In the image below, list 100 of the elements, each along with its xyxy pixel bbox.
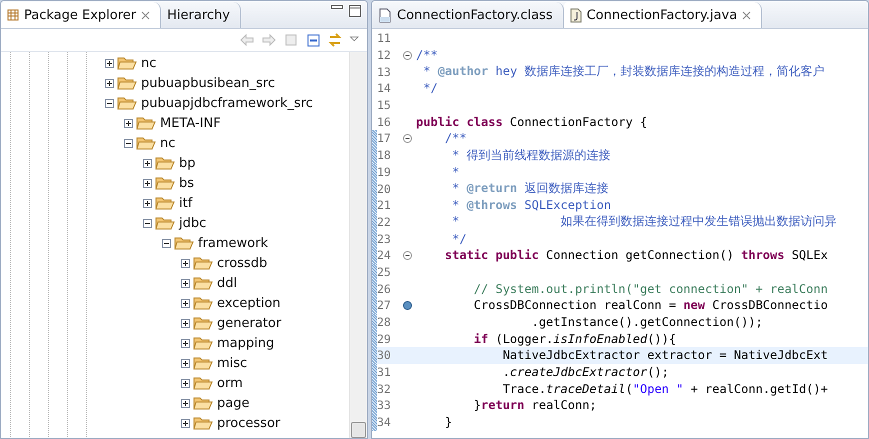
editor-tab[interactable]: ConnectionFactory.java — [564, 2, 762, 28]
line-number: 31 — [377, 365, 392, 380]
code-line: CrossDBConnection realConn = new CrossDBConnectio — [472, 298, 828, 312]
code-line: if (Logger.isInfoEnabled()){ — [472, 332, 676, 346]
code-line: * @throws SQLException — [451, 198, 612, 212]
class-file-icon — [378, 8, 392, 22]
tree-item[interactable]: page — [217, 396, 250, 410]
fold-icon[interactable] — [403, 250, 412, 260]
line-number: 33 — [377, 398, 392, 412]
folder-icon — [193, 256, 213, 270]
line-number: 27 — [377, 298, 392, 312]
folder-icon — [117, 56, 137, 70]
scrollbar[interactable] — [349, 52, 367, 438]
expand-icon[interactable] — [105, 78, 114, 88]
tree-item[interactable]: ddl — [217, 276, 238, 290]
tree-item[interactable]: crossdb — [217, 256, 268, 270]
collapse-icon[interactable] — [143, 218, 152, 228]
folder-icon — [155, 216, 175, 230]
expand-icon[interactable] — [181, 378, 190, 388]
expand-icon[interactable] — [143, 178, 152, 188]
code-line: * @author hey 数据库连接工厂，封装数据库连接的构造过程，简化客户 — [422, 63, 824, 80]
folder-icon — [193, 316, 213, 330]
package-icon — [7, 9, 19, 21]
code-line: Trace.traceDetail("Open " + realConn.getId()+ — [502, 382, 828, 396]
view-tab[interactable]: Hierarchy — [161, 2, 241, 28]
expand-icon[interactable] — [181, 418, 190, 428]
tree-item[interactable]: exception — [217, 296, 281, 310]
tree-item[interactable]: jdbc — [179, 216, 206, 230]
folder-icon — [155, 196, 175, 210]
folder-icon — [155, 176, 175, 190]
line-number: 18 — [377, 148, 392, 162]
code-line: .getInstance().getConnection()); — [530, 315, 763, 330]
line-number: 14 — [377, 81, 392, 96]
folder-icon — [136, 136, 156, 150]
expand-icon[interactable] — [181, 358, 190, 368]
line-number: 30 — [377, 348, 392, 362]
tree-item[interactable]: misc — [217, 356, 248, 370]
folder-icon — [193, 276, 213, 290]
code-line: * @return 返回数据库连接 — [451, 180, 608, 198]
close-icon[interactable] — [141, 10, 150, 20]
code-line: NativeJdbcExtractor extractor = NativeJdbcExt — [502, 348, 828, 362]
line-number: 22 — [377, 214, 392, 229]
code-line: }return realConn; — [472, 398, 597, 412]
code-line: */ — [451, 232, 467, 246]
line-number: 19 — [377, 164, 392, 179]
expand-icon[interactable] — [105, 58, 114, 68]
minimize-icon[interactable] — [331, 5, 343, 11]
tree-item[interactable]: orm — [217, 376, 243, 390]
collapse-icon[interactable] — [162, 238, 171, 248]
line-number: 17 — [377, 131, 392, 146]
tree-item[interactable]: nc — [141, 56, 156, 70]
line-number: 20 — [377, 182, 392, 196]
folder-icon — [117, 96, 137, 110]
tree-item[interactable]: bs — [179, 176, 194, 190]
collapse-icon[interactable] — [124, 138, 133, 148]
code-line: } — [444, 415, 452, 430]
folder-icon — [193, 376, 213, 390]
tree-item[interactable]: nc — [160, 136, 176, 150]
expand-icon[interactable] — [181, 298, 190, 308]
code-line: /** — [444, 131, 467, 146]
expand-icon[interactable] — [124, 118, 133, 128]
folder-icon — [193, 356, 213, 370]
collapse-all-icon[interactable] — [305, 33, 321, 47]
expand-icon[interactable] — [181, 338, 190, 348]
expand-icon[interactable] — [143, 158, 152, 168]
tree-item[interactable]: META-INF — [160, 116, 221, 130]
line-number: 24 — [377, 248, 392, 262]
tree-item[interactable]: bp — [179, 156, 196, 170]
line-number: 28 — [377, 315, 392, 330]
expand-icon[interactable] — [181, 318, 190, 328]
editor-tab[interactable]: ConnectionFactory.class — [372, 2, 564, 28]
expand-icon[interactable] — [181, 398, 190, 408]
code-line: public class ConnectionFactory { — [416, 114, 648, 129]
code-line: static public Connection getConnection() throws SQLEx — [444, 248, 828, 262]
code-line: * 得到当前线程数据源的连接 — [451, 146, 611, 164]
collapse-icon[interactable] — [105, 98, 114, 108]
tree-item[interactable]: generator — [217, 316, 282, 330]
fold-icon[interactable] — [403, 50, 412, 60]
close-icon[interactable] — [742, 10, 752, 20]
view-tab[interactable]: Package Explorer — [1, 2, 162, 28]
tree-item[interactable]: processor — [217, 416, 280, 430]
maximize-icon[interactable] — [349, 5, 361, 17]
line-number: 29 — [377, 332, 392, 346]
folder-icon — [136, 116, 156, 130]
line-number: 21 — [377, 198, 392, 212]
tree-item[interactable]: pubuapbusibean_src — [141, 76, 276, 90]
line-number: 25 — [377, 264, 392, 279]
tree-item[interactable]: framework — [198, 236, 268, 250]
folder-icon — [155, 156, 175, 170]
code-line: // System.out.println("get connection" + realConn — [472, 282, 828, 296]
line-number: 26 — [377, 282, 392, 296]
folder-icon — [193, 336, 213, 350]
folder-icon — [193, 296, 213, 310]
tree-item[interactable]: mapping — [217, 336, 274, 350]
expand-icon[interactable] — [181, 278, 190, 288]
expand-icon[interactable] — [181, 258, 190, 268]
fold-icon[interactable] — [403, 134, 412, 143]
tree-item[interactable]: pubuapjdbcframework_src — [141, 96, 313, 110]
expand-icon[interactable] — [143, 198, 152, 208]
tree-item[interactable]: itf — [179, 196, 192, 210]
